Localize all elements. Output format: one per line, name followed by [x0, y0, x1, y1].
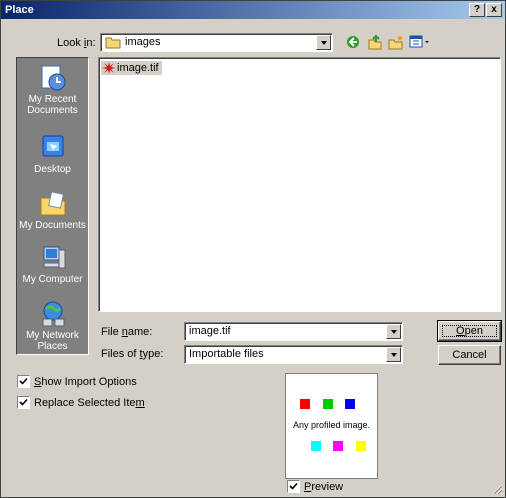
close-button[interactable]: x: [486, 3, 502, 17]
preview-swatch-magenta: [333, 441, 343, 451]
files-of-type-dropdown-arrow[interactable]: [386, 347, 401, 362]
window-title: Place: [5, 4, 34, 16]
show-import-options-checkbox[interactable]: [17, 375, 30, 388]
back-icon[interactable]: [345, 34, 363, 50]
open-button[interactable]: Open: [437, 320, 502, 342]
file-list[interactable]: image.tif: [98, 57, 501, 312]
places-bar: My Recent Documents Desktop My Documents: [16, 57, 89, 355]
view-menu-icon[interactable]: [409, 34, 433, 50]
title-bar[interactable]: Place ? x: [1, 1, 505, 19]
files-of-type-label: Files of type:: [101, 348, 164, 360]
file-name-label: File name:: [101, 326, 153, 338]
file-name-dropdown-arrow[interactable]: [386, 324, 401, 339]
preview-swatch-blue: [345, 399, 355, 409]
preview-panel: Any profiled image.: [285, 373, 378, 479]
place-my-documents[interactable]: My Documents: [17, 190, 88, 231]
file-name-value: image.tif: [189, 325, 231, 337]
new-folder-icon[interactable]: [388, 34, 406, 50]
show-import-options-label[interactable]: Show Import Options: [34, 376, 137, 388]
recent-documents-icon: [41, 65, 65, 91]
place-recent-documents[interactable]: My Recent Documents: [17, 64, 88, 116]
preview-swatch-yellow: [356, 441, 366, 451]
preview-caption: Any profiled image.: [292, 420, 371, 430]
network-places-icon: [42, 301, 64, 327]
preview-checkbox-label[interactable]: Preview: [304, 481, 343, 493]
my-computer-icon: [43, 246, 65, 269]
preview-swatch-green: [323, 399, 333, 409]
my-documents-icon: [40, 191, 65, 216]
folder-icon: [105, 37, 121, 49]
desktop-icon: [42, 135, 63, 157]
look-in-value: images: [125, 36, 161, 48]
place-dialog: Place ? x Look in: images My Recent Docu…: [0, 0, 506, 498]
preview-swatch-red: [300, 399, 310, 409]
checkmark-icon: [289, 482, 298, 490]
replace-selected-item-checkbox[interactable]: [17, 396, 30, 409]
list-item[interactable]: image.tif: [101, 61, 162, 75]
preview-checkbox[interactable]: [287, 480, 300, 493]
cancel-button[interactable]: Cancel: [438, 345, 501, 365]
look-in-label: Look in:: [57, 37, 96, 49]
preview-swatch-cyan: [311, 441, 321, 451]
files-of-type-value: Importable files: [189, 348, 264, 360]
file-name-combo[interactable]: image.tif: [184, 322, 403, 341]
place-my-computer[interactable]: My Computer: [17, 244, 88, 285]
look-in-combo[interactable]: images: [100, 33, 333, 52]
help-button[interactable]: ?: [469, 3, 485, 17]
resize-grip-icon[interactable]: [491, 483, 503, 495]
checkmark-icon: [19, 398, 28, 406]
tif-file-icon: [102, 62, 116, 74]
replace-selected-item-label[interactable]: Replace Selected Item: [34, 397, 145, 409]
checkmark-icon: [19, 377, 28, 385]
files-of-type-combo[interactable]: Importable files: [184, 345, 403, 364]
place-my-network[interactable]: My Network Places: [17, 300, 88, 352]
look-in-dropdown-arrow[interactable]: [316, 35, 331, 50]
file-name-text: image.tif: [117, 62, 159, 74]
place-desktop[interactable]: Desktop: [17, 134, 88, 175]
up-folder-icon[interactable]: [367, 34, 385, 50]
